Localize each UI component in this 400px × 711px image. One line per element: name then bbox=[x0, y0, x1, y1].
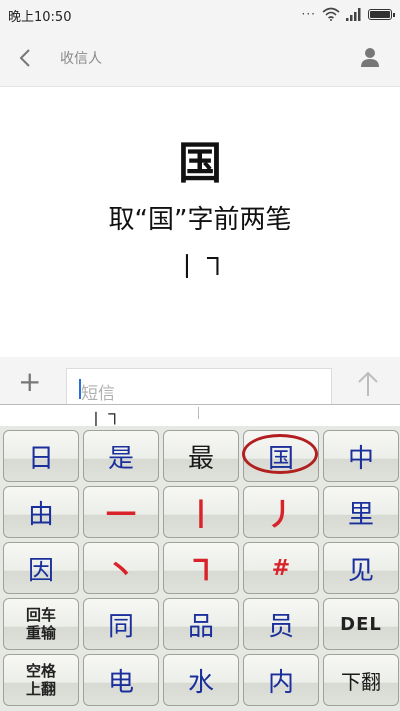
key-label: 由 bbox=[27, 499, 54, 530]
key-label: 内 bbox=[267, 667, 294, 698]
key-stroke-zhe[interactable]: ㇕ bbox=[163, 542, 239, 594]
status-icons: ··· bbox=[301, 7, 395, 21]
key-label: 日 bbox=[27, 443, 54, 474]
key-label: 丿 bbox=[266, 498, 296, 533]
enter-reset-key[interactable]: 回车 重输 bbox=[3, 598, 79, 650]
send-arrow-icon[interactable] bbox=[356, 370, 380, 398]
key-nei[interactable]: 内 bbox=[243, 654, 319, 706]
space-pageup-key[interactable]: 空格 上翻 bbox=[3, 654, 79, 706]
status-bar: 晚上10:50 ··· bbox=[0, 0, 400, 30]
key-li[interactable]: 里 bbox=[323, 486, 399, 538]
key-label: 一 bbox=[106, 498, 136, 533]
key-label: 同 bbox=[107, 611, 134, 642]
person-icon[interactable] bbox=[360, 45, 380, 69]
sms-placeholder: 短信 bbox=[81, 384, 115, 404]
big-character: 国 bbox=[178, 138, 222, 189]
key-yin[interactable]: 因 bbox=[3, 542, 79, 594]
key-you[interactable]: 由 bbox=[3, 486, 79, 538]
key-label: 丶 bbox=[106, 554, 136, 589]
key-label: 空格 上翻 bbox=[25, 662, 56, 698]
recipient-title[interactable]: 收信人 bbox=[60, 48, 102, 68]
key-stroke-heng[interactable]: 一 bbox=[83, 486, 159, 538]
key-stroke-pie[interactable]: 丿 bbox=[243, 486, 319, 538]
key-label: 电 bbox=[107, 667, 134, 698]
status-time: 晚上10:50 bbox=[8, 10, 72, 25]
key-stroke-shu[interactable]: 丨 bbox=[163, 486, 239, 538]
candidate-bar: 丨㇕ bbox=[0, 404, 400, 429]
key-label: 是 bbox=[107, 443, 134, 474]
key-pin[interactable]: 品 bbox=[163, 598, 239, 650]
instruction-text: 取“国”字前两笔 bbox=[108, 205, 292, 235]
key-label: # bbox=[271, 555, 291, 581]
key-zui[interactable]: 最 bbox=[163, 430, 239, 482]
back-arrow-icon[interactable] bbox=[14, 46, 38, 70]
key-label: 品 bbox=[187, 611, 214, 642]
wifi-icon bbox=[322, 7, 340, 21]
pagedown-key[interactable]: 下翻 bbox=[323, 654, 399, 706]
key-yuan[interactable]: 员 bbox=[243, 598, 319, 650]
key-shi[interactable]: 是 bbox=[83, 430, 159, 482]
key-label: 员 bbox=[267, 611, 294, 642]
plus-icon[interactable]: + bbox=[18, 368, 41, 396]
key-guo[interactable]: 国 bbox=[242, 430, 319, 482]
key-label: 最 bbox=[187, 443, 214, 474]
key-wildcard[interactable]: # bbox=[243, 542, 319, 594]
key-label: ㇕ bbox=[186, 554, 216, 589]
message-area: 国 取“国”字前两笔 丨㇕ bbox=[0, 87, 400, 357]
key-dian[interactable]: 电 bbox=[83, 654, 159, 706]
key-ri[interactable]: 日 bbox=[3, 430, 79, 482]
stroke-text: 丨㇕ bbox=[173, 253, 226, 283]
candidate-divider bbox=[198, 407, 199, 419]
key-jian[interactable]: 见 bbox=[323, 542, 399, 594]
key-shui[interactable]: 水 bbox=[163, 654, 239, 706]
notification-dots: ··· bbox=[301, 7, 316, 21]
keyboard: 日 是 最 国 中 由 一 丨 丿 里 因 丶 ㇕ # 见 回车 重输 同 品 … bbox=[0, 426, 400, 711]
key-label: 丨 bbox=[186, 498, 216, 533]
key-label: 因 bbox=[27, 555, 54, 586]
signal-icon bbox=[346, 7, 361, 21]
key-label: 下翻 bbox=[341, 669, 381, 694]
key-label: 里 bbox=[347, 499, 374, 530]
key-label: 水 bbox=[187, 667, 214, 698]
battery-icon bbox=[368, 8, 395, 20]
key-label: 回车 重输 bbox=[25, 606, 56, 642]
key-label: 中 bbox=[347, 443, 374, 474]
key-tong[interactable]: 同 bbox=[83, 598, 159, 650]
input-bar: + 短信 bbox=[0, 358, 400, 410]
delete-key[interactable]: DEL bbox=[323, 598, 399, 650]
sms-input[interactable]: 短信 bbox=[66, 368, 332, 408]
key-stroke-dian[interactable]: 丶 bbox=[83, 542, 159, 594]
title-bar: 收信人 bbox=[0, 30, 400, 87]
key-label: 见 bbox=[347, 555, 374, 586]
highlight-circle bbox=[242, 434, 318, 474]
key-zhong[interactable]: 中 bbox=[323, 430, 399, 482]
key-label: DEL bbox=[340, 613, 382, 635]
